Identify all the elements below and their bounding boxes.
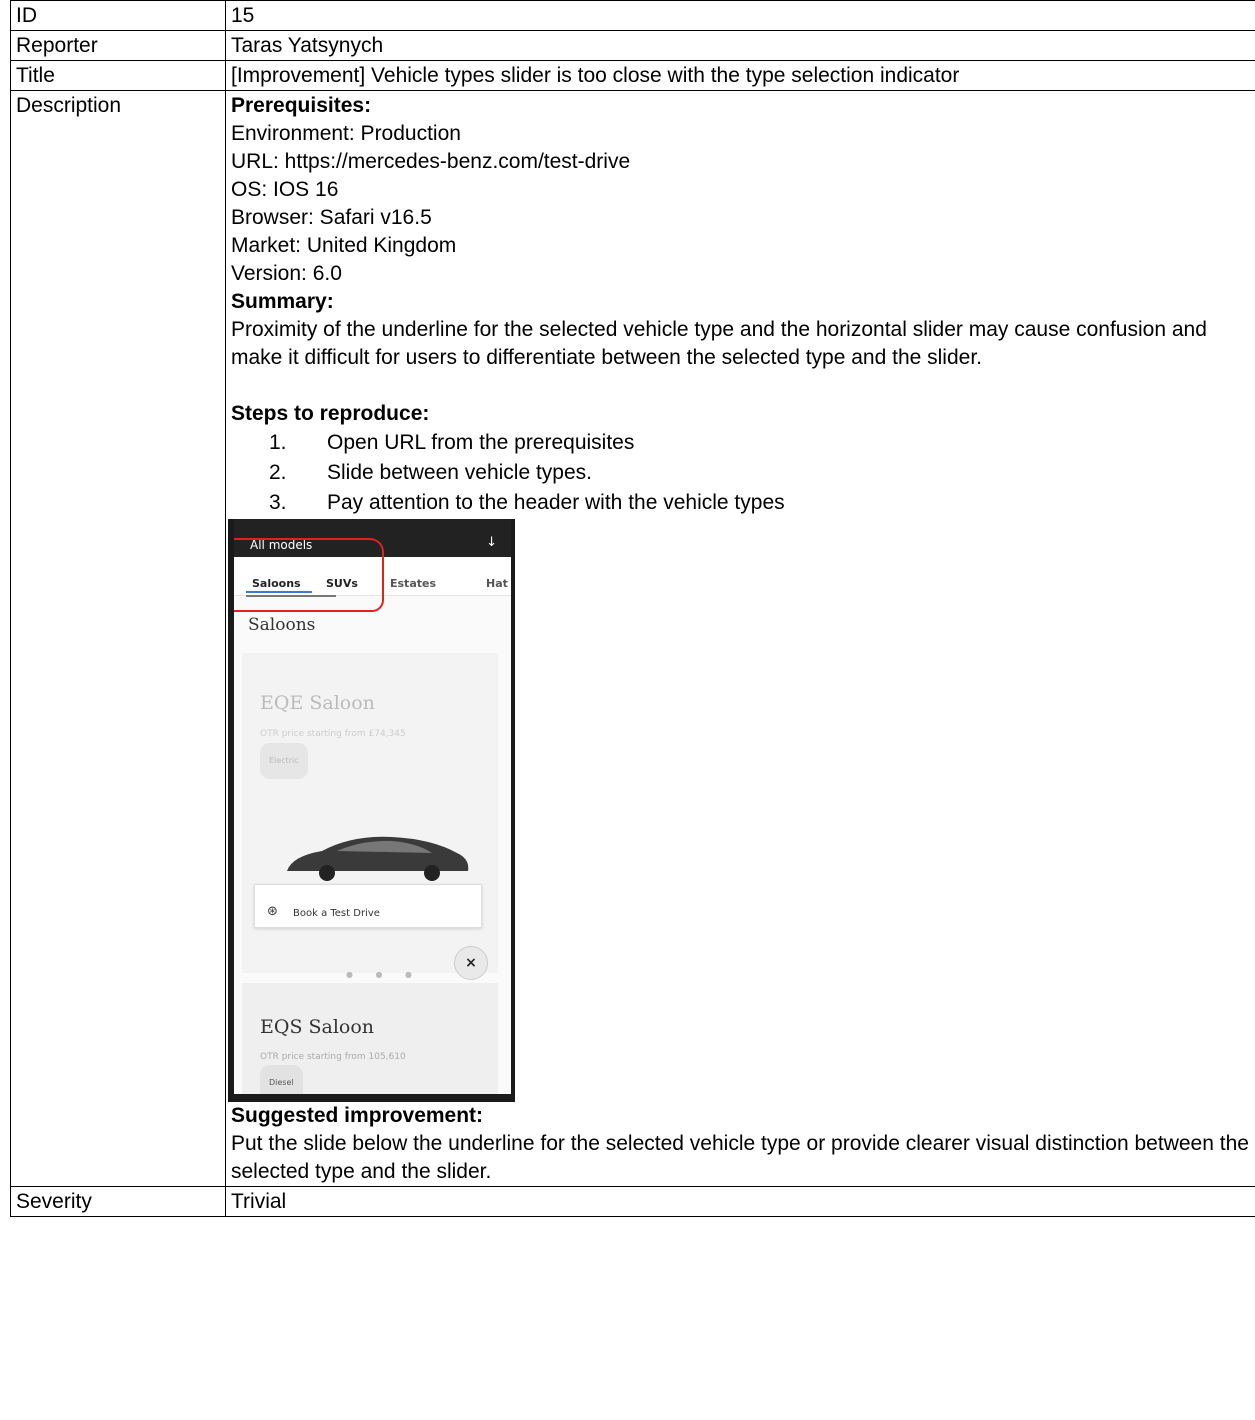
tab-hatchbacks: Hat: [486, 577, 508, 590]
steps-heading: Steps to reproduce:: [231, 402, 430, 425]
vehicle-card: EQE Saloon OTR price starting from £74,3…: [242, 653, 498, 980]
step-item: 3. Pay attention to the header with the v…: [269, 488, 1251, 518]
steering-wheel-icon: ⊛: [267, 904, 278, 919]
car-name: EQS Saloon: [260, 1016, 375, 1038]
step-text: Slide between vehicle types.: [327, 461, 592, 484]
step-item: 2. Slide between vehicle types.: [269, 458, 1251, 488]
prereq-browser: Browser: Safari v16.5: [231, 206, 432, 229]
row-severity: Severity Trivial: [10, 1186, 1255, 1217]
title-label: Title: [10, 60, 226, 91]
id-value: 15: [225, 0, 1255, 31]
prerequisites-heading: Prerequisites:: [231, 94, 372, 117]
prereq-environment: Environment: Production: [231, 122, 461, 145]
arrow-down-icon: ↓: [486, 535, 497, 550]
prereq-url: URL: https://mercedes-benz.com/test-driv…: [231, 150, 631, 173]
tab-estates: Estates: [390, 577, 437, 590]
prereq-market: Market: United Kingdom: [231, 234, 457, 257]
close-icon: ×: [454, 946, 488, 980]
description-value: Prerequisites: Environment: Production U…: [225, 90, 1255, 1187]
step-number: 3.: [269, 491, 287, 514]
title-value: [Improvement] Vehicle types slider is to…: [225, 60, 1255, 91]
book-test-drive-label: Book a Test Drive: [293, 908, 380, 919]
bug-report-table: ID 15 Reporter Taras Yatsynych Title [Im…: [10, 0, 1255, 1217]
row-title: Title [Improvement] Vehicle types slider…: [10, 60, 1255, 91]
reporter-label: Reporter: [10, 30, 226, 61]
row-reporter: Reporter Taras Yatsynych: [10, 30, 1255, 61]
severity-value: Trivial: [225, 1186, 1255, 1217]
book-test-drive-button: ⊛ Book a Test Drive: [254, 884, 482, 928]
severity-label: Severity: [10, 1186, 226, 1217]
vehicle-card: EQS Saloon OTR price starting from 105,6…: [242, 983, 498, 1094]
section-title: Saloons: [248, 615, 316, 635]
step-item: 1. Open URL from the prerequisites: [269, 428, 1251, 458]
prereq-os: OS: IOS 16: [231, 178, 339, 201]
improvement-heading: Suggested improvement:: [231, 1104, 484, 1127]
step-text: Open URL from the prerequisites: [327, 431, 635, 454]
row-id: ID 15: [10, 0, 1255, 31]
step-number: 2.: [269, 461, 287, 484]
prereq-version: Version: 6.0: [231, 262, 342, 285]
row-description: Description Prerequisites: Environment: …: [10, 90, 1255, 1187]
steps-list: 1. Open URL from the prerequisites 2. Slid…: [231, 428, 1251, 518]
summary-text: Proximity of the underline for the selec…: [231, 318, 1207, 369]
car-image: [287, 836, 469, 881]
step-number: 1.: [269, 431, 287, 454]
embedded-screenshot: All models ↓ Saloons SUVs Estates Hat Sa…: [228, 519, 515, 1102]
step-text: Pay attention to the header with the veh…: [327, 491, 785, 514]
screenshot-content: All models ↓ Saloons SUVs Estates Hat Sa…: [234, 519, 511, 1094]
improvement-text: Put the slide below the underline for th…: [231, 1132, 1249, 1183]
fuel-badge: Electric: [260, 743, 308, 779]
reporter-value: Taras Yatsynych: [225, 30, 1255, 61]
red-highlight-annotation: [234, 538, 384, 612]
summary-heading: Summary:: [231, 290, 334, 313]
car-name: EQE Saloon: [260, 692, 375, 714]
fuel-badge: Diesel: [260, 1065, 303, 1094]
id-label: ID: [10, 0, 226, 31]
description-label: Description: [10, 90, 226, 1187]
